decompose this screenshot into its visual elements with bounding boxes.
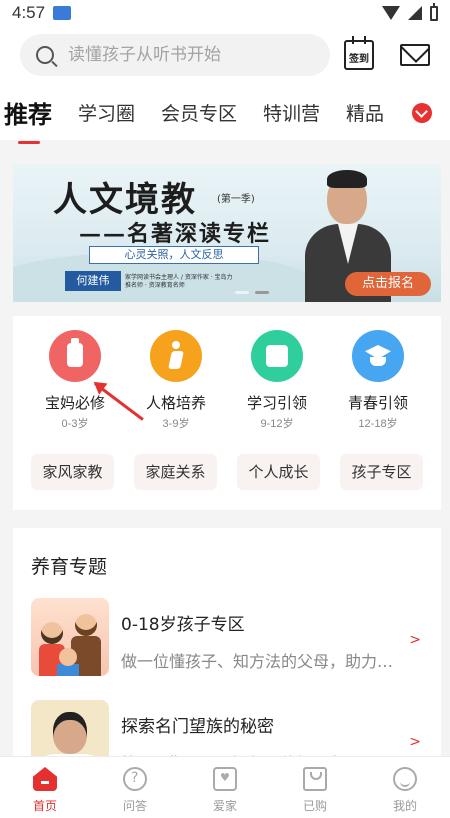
battery-icon bbox=[430, 2, 438, 21]
category-label: 青春引领 bbox=[347, 394, 408, 412]
carousel-indicator bbox=[235, 291, 269, 294]
notification-app-icon bbox=[53, 6, 72, 20]
category-mom-essentials[interactable]: 宝妈必修 0-3岁 bbox=[25, 330, 125, 431]
nav-label: 爱家 bbox=[212, 799, 237, 813]
nav-me[interactable]: 我的 bbox=[360, 757, 450, 818]
signup-button[interactable]: 点击报名 bbox=[345, 272, 431, 296]
thumbnail-figure bbox=[59, 648, 77, 666]
tab-recommend[interactable]: 推荐 bbox=[4, 95, 52, 144]
walking-child-icon bbox=[150, 330, 202, 382]
nav-label: 已购 bbox=[302, 799, 327, 813]
bag-icon bbox=[303, 767, 327, 791]
graduation-cap-icon bbox=[352, 330, 404, 382]
tab-member-zone[interactable]: 会员专区 bbox=[161, 99, 237, 126]
chip-family-relations[interactable]: 家庭关系 bbox=[134, 454, 217, 490]
nav-label: 我的 bbox=[392, 799, 417, 813]
chevron-right-icon[interactable]: > bbox=[409, 632, 421, 648]
category-label: 学习引领 bbox=[246, 394, 307, 412]
signal-icon bbox=[408, 6, 422, 20]
tab-premium[interactable]: 精品 bbox=[346, 99, 384, 126]
status-bar: 4:57 bbox=[0, 0, 450, 26]
banner-title: 人文境教 bbox=[53, 180, 197, 220]
item-title: 0-18岁孩子专区 bbox=[121, 615, 245, 635]
mail-icon[interactable] bbox=[400, 44, 430, 66]
banner-season: (第一季) bbox=[217, 194, 255, 205]
nav-qa[interactable]: 问答 bbox=[90, 757, 180, 818]
category-age: 0-3岁 bbox=[61, 418, 89, 430]
nurture-topics-section: 养育专题 0-18岁孩子专区 做一位懂孩子、知方法的父母，助力孩子成长 > 探索… bbox=[13, 528, 441, 768]
heart-icon bbox=[213, 767, 237, 791]
thumbnail-figure bbox=[41, 622, 63, 644]
search-bar[interactable] bbox=[20, 34, 330, 76]
banner-subtitle: ——名著深读专栏 bbox=[79, 221, 272, 247]
list-item[interactable]: 0-18岁孩子专区 做一位懂孩子、知方法的父母，助力孩子成长 > bbox=[31, 598, 431, 676]
category-learning[interactable]: 学习引领 9-12岁 bbox=[227, 330, 327, 431]
chip-kids-zone[interactable]: 孩子专区 bbox=[340, 454, 423, 490]
kids-thumbnail bbox=[31, 598, 109, 676]
nav-purchased[interactable]: 已购 bbox=[270, 757, 360, 818]
topic-chips: 家风家教 家庭关系 个人成长 孩子专区 bbox=[13, 454, 441, 490]
age-category-panel: 宝妈必修 0-3岁 人格培养 3-9岁 学习引领 9-12岁 青春引领 12-1… bbox=[13, 316, 441, 510]
wifi-icon bbox=[382, 6, 400, 20]
top-bar: 签到 bbox=[0, 26, 450, 84]
chip-family-tradition[interactable]: 家风家教 bbox=[31, 454, 114, 490]
category-youth[interactable]: 青春引领 12-18岁 bbox=[328, 330, 428, 431]
home-icon bbox=[33, 767, 57, 791]
item-description: 做一位懂孩子、知方法的父母，助力孩子成长 bbox=[121, 652, 401, 671]
host-name: 何建伟 bbox=[65, 271, 121, 291]
baby-bottle-icon bbox=[49, 330, 101, 382]
signin-label: 签到 bbox=[349, 54, 369, 65]
category-age: 12-18岁 bbox=[358, 418, 398, 430]
section-title: 养育专题 bbox=[31, 556, 108, 578]
chip-personal-growth[interactable]: 个人成长 bbox=[237, 454, 320, 490]
nav-home[interactable]: 首页 bbox=[0, 757, 90, 818]
category-age: 9-12岁 bbox=[260, 418, 294, 430]
category-label: 人格培养 bbox=[145, 394, 206, 412]
tab-training-camp[interactable]: 特训营 bbox=[263, 99, 320, 126]
expand-tabs-icon[interactable] bbox=[412, 103, 432, 123]
question-icon bbox=[123, 767, 147, 791]
bottom-nav: 首页 问答 爱家 已购 我的 bbox=[0, 756, 450, 818]
thumbnail-figure bbox=[53, 712, 87, 754]
nav-love-home[interactable]: 爱家 bbox=[180, 757, 270, 818]
smile-icon bbox=[393, 767, 417, 791]
book-icon bbox=[251, 330, 303, 382]
portrait-hair bbox=[327, 170, 367, 188]
host-description: 家学网读书会主理人 / 资深作家 · 宝岛力推名师 · 资深教育名师 bbox=[125, 274, 233, 289]
carousel-dot bbox=[235, 291, 249, 294]
category-tabs: 推荐 学习圈 会员专区 特训营 精品 bbox=[0, 84, 450, 144]
item-title: 探索名门望族的秘密 bbox=[121, 717, 274, 737]
system-icons bbox=[382, 2, 438, 21]
chevron-right-icon[interactable]: > bbox=[409, 734, 421, 750]
tab-study-circle[interactable]: 学习圈 bbox=[78, 99, 135, 126]
thumbnail-figure bbox=[75, 614, 97, 636]
promo-banner[interactable]: 人文境教 (第一季) ——名著深读专栏 心灵关照，人文反思 何建伟 家学网读书会… bbox=[13, 164, 441, 302]
clock: 4:57 bbox=[12, 3, 46, 22]
search-icon bbox=[36, 46, 54, 64]
nav-label: 首页 bbox=[32, 799, 57, 813]
nav-label: 问答 bbox=[122, 799, 147, 813]
search-input[interactable] bbox=[68, 45, 308, 65]
banner-tagline: 心灵关照，人文反思 bbox=[89, 246, 259, 264]
carousel-dot-active bbox=[255, 291, 269, 294]
signin-button[interactable]: 签到 bbox=[344, 36, 374, 70]
